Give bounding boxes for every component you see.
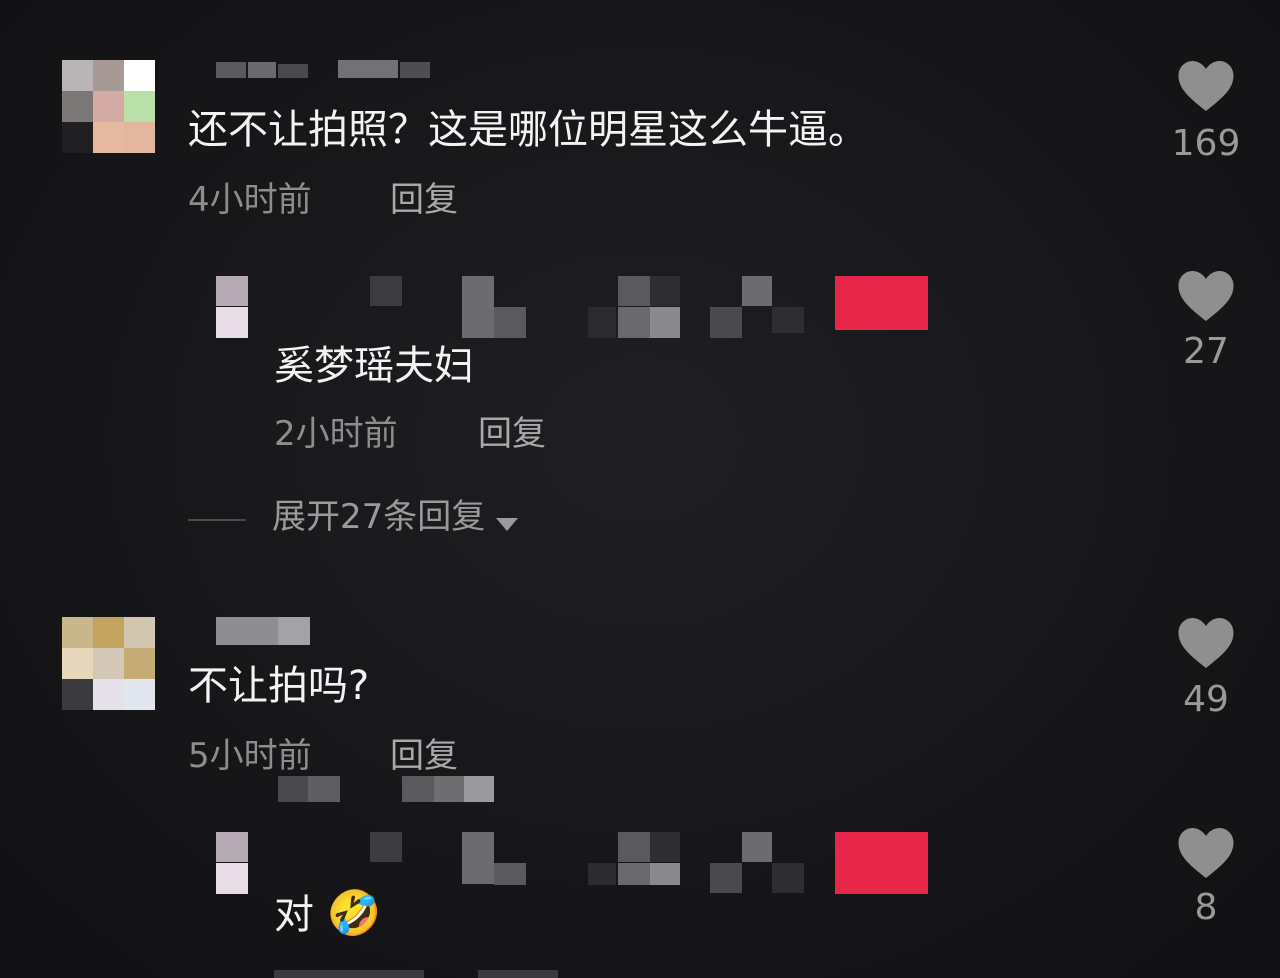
reply-button[interactable]: 回复 <box>390 739 458 773</box>
cutoff-meta-row <box>274 968 574 978</box>
expand-replies-label: 展开27条回复 <box>272 497 486 537</box>
heart-icon[interactable] <box>1176 615 1236 671</box>
expand-replies-button[interactable]: 展开27条回复 <box>272 500 520 540</box>
reply-avatar[interactable] <box>216 276 248 338</box>
reply-text-row: 对 🤣 <box>274 892 382 936</box>
expand-replies-divider <box>188 519 246 521</box>
censored-overlay <box>278 776 498 802</box>
heart-icon[interactable] <box>1176 58 1236 114</box>
reply-button[interactable]: 回复 <box>390 183 458 217</box>
comment-text: 不让拍吗? <box>188 663 370 709</box>
reply-username-censored[interactable] <box>370 276 930 338</box>
avatar[interactable] <box>62 617 155 710</box>
laughing-emoji-icon: 🤣 <box>326 888 382 939</box>
reply-text: 对 <box>274 892 314 938</box>
heart-icon[interactable] <box>1176 268 1236 324</box>
reply-reply-button[interactable]: 回复 <box>478 417 546 451</box>
reply-time: 2小时前 <box>274 414 398 454</box>
chevron-down-icon <box>496 517 519 531</box>
heart-icon[interactable] <box>1176 825 1236 881</box>
reply-text: 奚梦瑶夫妇 <box>274 343 474 389</box>
comment-time: 4小时前 <box>188 180 312 220</box>
like-count: 169 <box>1171 123 1241 164</box>
like-count: 8 <box>1194 887 1218 928</box>
reply-username-censored[interactable] <box>370 832 930 894</box>
reply-avatar[interactable] <box>216 832 248 894</box>
comment-time: 5小时前 <box>188 736 312 776</box>
comment-text: 还不让拍照？这是哪位明星这么牛逼。 <box>188 107 868 153</box>
avatar[interactable] <box>62 60 155 153</box>
like-count: 49 <box>1183 679 1229 720</box>
author-badge <box>835 832 928 894</box>
username-censored[interactable] <box>188 60 438 80</box>
username-censored[interactable] <box>216 617 310 645</box>
author-badge <box>835 276 928 330</box>
like-count: 27 <box>1183 331 1229 372</box>
